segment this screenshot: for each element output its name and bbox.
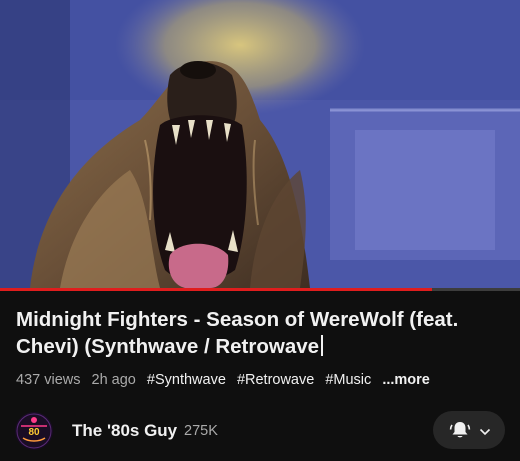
channel-name[interactable]: The '80s Guy [72,421,177,441]
video-frame [0,0,520,288]
video-title[interactable]: Midnight Fighters - Season of WereWolf (… [16,306,506,360]
video-title-line2: Chevi) (Synthwave / Retrowave [16,335,320,358]
progress-bar[interactable] [0,288,520,291]
progress-fill [0,288,432,291]
text-cursor [321,335,324,356]
hashtag-synthwave[interactable]: #Synthwave [147,372,226,388]
video-metadata[interactable]: 437 views 2h ago #Synthwave #Retrowave #… [16,372,516,388]
hashtag-music[interactable]: #Music [325,372,371,388]
bell-icon [449,420,471,445]
notification-settings-button[interactable] [433,411,505,449]
avatar-text: 80 [28,427,40,438]
view-count: 437 views [16,372,81,388]
chevron-down-icon [479,424,491,442]
channel-avatar[interactable]: 80 [15,412,53,450]
hashtag-retrowave[interactable]: #Retrowave [237,372,314,388]
video-title-line1: Midnight Fighters - Season of WereWolf (… [16,308,459,331]
subscriber-count: 275K [184,423,218,439]
video-player[interactable] [0,0,520,288]
channel-row: 80 The '80s Guy 275K [0,406,520,456]
show-more-link[interactable]: ...more [382,372,430,388]
upload-age: 2h ago [91,372,136,388]
avatar-logo: 80 [16,413,52,449]
